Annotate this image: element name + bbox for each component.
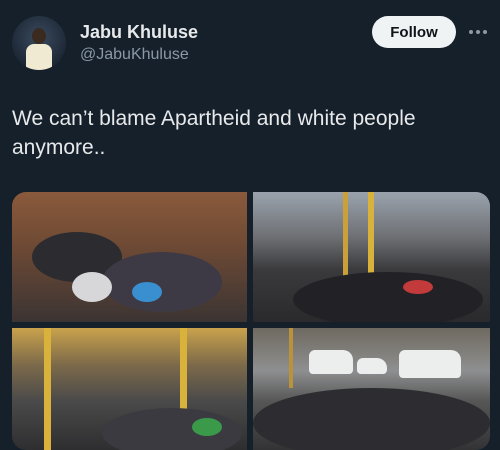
avatar-head [32, 28, 46, 44]
dot-icon [476, 30, 480, 34]
media-image-3[interactable] [12, 328, 247, 450]
parked-van [309, 350, 353, 374]
dot-icon [483, 30, 487, 34]
media-grid [12, 192, 490, 450]
street-pole [289, 328, 293, 388]
tweet-header: Jabu Khuluse @JabuKhuluse Follow [0, 0, 500, 90]
litter [403, 280, 433, 294]
litter [72, 272, 112, 302]
author-handle[interactable]: @JabuKhuluse [80, 46, 189, 64]
media-image-2[interactable] [253, 192, 490, 322]
street-pole [44, 328, 51, 450]
parked-van [399, 350, 461, 378]
parked-car [357, 358, 387, 374]
litter [132, 282, 162, 302]
avatar[interactable] [12, 16, 66, 70]
author-name[interactable]: Jabu Khuluse [80, 22, 198, 43]
litter [192, 418, 222, 436]
garbage-pile [293, 272, 483, 322]
street-pole [343, 192, 348, 282]
avatar-torso [26, 44, 52, 70]
follow-button[interactable]: Follow [372, 16, 456, 48]
more-options-icon[interactable] [466, 20, 490, 44]
dot-icon [469, 30, 473, 34]
garbage-pile [253, 388, 490, 450]
media-image-4[interactable] [253, 328, 490, 450]
garbage-pile [102, 252, 222, 312]
media-image-1[interactable] [12, 192, 247, 322]
tweet-text: We can’t blame Apartheid and white peopl… [12, 107, 416, 159]
